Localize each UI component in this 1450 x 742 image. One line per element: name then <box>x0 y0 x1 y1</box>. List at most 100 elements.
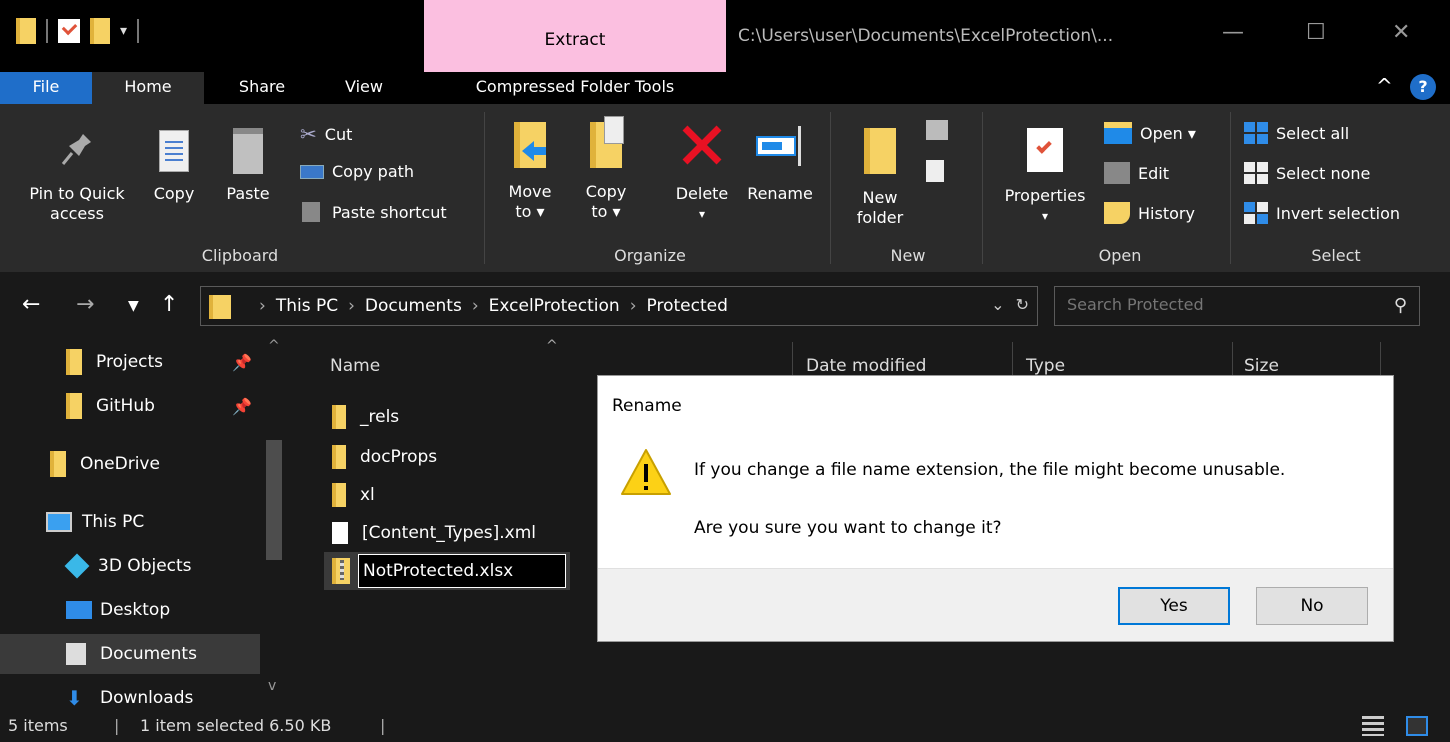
customize-qat-icon[interactable]: ▾ <box>120 23 127 39</box>
chevron-right-icon[interactable]: › <box>259 296 266 316</box>
new-folder-label-1: New <box>862 188 898 207</box>
delete-dropdown-icon[interactable]: ▾ <box>664 204 740 224</box>
edit-button[interactable]: Edit <box>1104 162 1169 184</box>
easy-access-icon[interactable] <box>926 160 944 182</box>
delete-button[interactable]: Delete ▾ <box>664 122 740 224</box>
clipboard-group-label: Clipboard <box>201 246 279 265</box>
help-icon[interactable]: ? <box>1410 74 1436 100</box>
tab-compressed-folder-tools[interactable]: Compressed Folder Tools <box>430 72 720 104</box>
pin-to-quick-access-button[interactable]: Pin to Quick access <box>14 128 140 224</box>
column-size[interactable]: Size <box>1244 356 1279 376</box>
copy-to-icon <box>590 116 624 168</box>
rename-icon <box>752 122 808 168</box>
copy-button[interactable]: Copy <box>146 128 202 204</box>
address-bar[interactable]: › This PC › Documents › ExcelProtection › Prote… <box>200 286 1038 326</box>
extract-context-tab[interactable]: Extract <box>424 0 726 72</box>
select-none-label: Select none <box>1276 163 1371 183</box>
yes-button[interactable]: Yes <box>1118 587 1230 625</box>
properties-icon[interactable] <box>58 19 80 43</box>
rename-field[interactable] <box>358 554 566 588</box>
properties-dropdown-icon[interactable]: ▾ <box>996 206 1094 226</box>
ribbon: Pin to Quick access Copy Paste ✂ Cut Cop… <box>0 104 1450 272</box>
tab-home[interactable]: Home <box>92 72 204 104</box>
pinned-icon[interactable]: 📌 <box>232 353 252 372</box>
nav-item-label: Projects <box>96 352 164 372</box>
copy-path-button[interactable]: Copy path <box>300 162 414 181</box>
pin-label-1: Pin to Quick <box>29 184 125 203</box>
select-all-icon <box>1244 122 1268 144</box>
tab-view[interactable]: View <box>324 72 404 104</box>
scroll-up-icon[interactable]: ^ <box>268 338 280 354</box>
list-item[interactable]: xl <box>332 478 375 512</box>
chevron-down-icon[interactable]: ⌄ <box>991 295 1004 314</box>
search-box[interactable]: ⚲ <box>1054 286 1420 326</box>
nav-item-3d-objects[interactable]: 3D Objects <box>0 546 260 586</box>
nav-item-onedrive[interactable]: OneDrive <box>0 444 260 484</box>
crumb-protected[interactable]: Protected <box>647 296 728 316</box>
nav-item-downloads[interactable]: ⬇ Downloads <box>0 678 260 708</box>
copy-to-button[interactable]: Copy to ▾ <box>576 116 636 222</box>
column-name[interactable]: Name <box>330 356 380 376</box>
chevron-right-icon[interactable]: › <box>472 296 479 316</box>
list-item[interactable]: _rels <box>332 400 399 434</box>
up-icon[interactable]: ↑ <box>160 292 178 317</box>
move-to-button[interactable]: Move to ▾ <box>500 122 560 222</box>
search-input[interactable] <box>1067 295 1367 314</box>
close-button[interactable]: ✕ <box>1392 20 1410 45</box>
select-all-button[interactable]: Select all <box>1244 122 1349 144</box>
list-item[interactable]: [Content_Types].xml <box>332 516 536 550</box>
rename-button[interactable]: Rename <box>740 122 820 204</box>
maximize-button[interactable]: ☐ <box>1306 20 1326 45</box>
refresh-icon[interactable]: ↻ <box>1016 295 1029 314</box>
chevron-right-icon[interactable]: › <box>348 296 355 316</box>
nav-item-desktop[interactable]: Desktop <box>0 590 260 630</box>
properties-button[interactable]: Properties ▾ <box>996 128 1094 226</box>
invert-selection-button[interactable]: Invert selection <box>1244 202 1400 224</box>
search-icon[interactable]: ⚲ <box>1394 295 1407 316</box>
back-icon[interactable]: ← <box>22 292 40 317</box>
recent-locations-icon[interactable]: ▼ <box>128 298 139 314</box>
paste-button[interactable]: Paste <box>220 128 276 204</box>
scroll-down-icon[interactable]: v <box>268 678 276 694</box>
folder-icon[interactable] <box>16 18 36 44</box>
dialog-message: If you change a file name extension, the… <box>694 460 1286 480</box>
nav-scrollbar[interactable]: ^ v <box>260 338 288 708</box>
forward-icon[interactable]: → <box>76 292 94 317</box>
sort-ascending-icon: ^ <box>546 338 558 354</box>
select-none-icon <box>1244 162 1268 184</box>
nav-item-documents[interactable]: Documents <box>0 634 260 674</box>
list-item-selected[interactable] <box>324 552 570 590</box>
no-button[interactable]: No <box>1256 587 1368 625</box>
copy-label: Copy <box>153 184 195 203</box>
list-item[interactable]: docProps <box>332 440 437 474</box>
column-type[interactable]: Type <box>1026 356 1065 376</box>
crumb-excelprotection[interactable]: ExcelProtection <box>489 296 620 316</box>
tab-file[interactable]: File <box>0 72 92 104</box>
new-folder-button[interactable]: New folder <box>846 128 914 228</box>
open-button[interactable]: Open ▾ <box>1104 122 1196 144</box>
cut-label: Cut <box>324 124 353 144</box>
crumb-this-pc[interactable]: This PC <box>276 296 338 316</box>
paste-shortcut-button[interactable]: Paste shortcut <box>300 202 447 222</box>
column-date-modified[interactable]: Date modified <box>806 356 926 376</box>
pinned-icon[interactable]: 📌 <box>232 397 252 416</box>
chevron-right-icon[interactable]: › <box>630 296 637 316</box>
select-none-button[interactable]: Select none <box>1244 162 1370 184</box>
cut-button[interactable]: ✂ Cut <box>300 122 352 146</box>
file-name: [Content_Types].xml <box>362 523 537 543</box>
folder-icon <box>66 393 82 419</box>
details-view-icon[interactable] <box>1362 716 1384 736</box>
scrollbar-thumb[interactable] <box>266 440 282 560</box>
collapse-ribbon-icon[interactable]: ^ <box>1376 74 1393 98</box>
new-folder-icon[interactable] <box>90 18 110 44</box>
large-icons-view-icon[interactable] <box>1406 716 1428 736</box>
nav-item-projects[interactable]: Projects 📌 <box>0 342 260 382</box>
history-button[interactable]: History <box>1104 202 1195 224</box>
minimize-button[interactable]: — <box>1222 20 1244 45</box>
nav-item-github[interactable]: GitHub 📌 <box>0 386 260 426</box>
crumb-documents[interactable]: Documents <box>365 296 462 316</box>
nav-item-this-pc[interactable]: This PC <box>0 502 260 542</box>
tab-share[interactable]: Share <box>222 72 302 104</box>
paste-shortcut-label: Paste shortcut <box>332 202 447 222</box>
new-item-icon[interactable] <box>926 120 948 140</box>
